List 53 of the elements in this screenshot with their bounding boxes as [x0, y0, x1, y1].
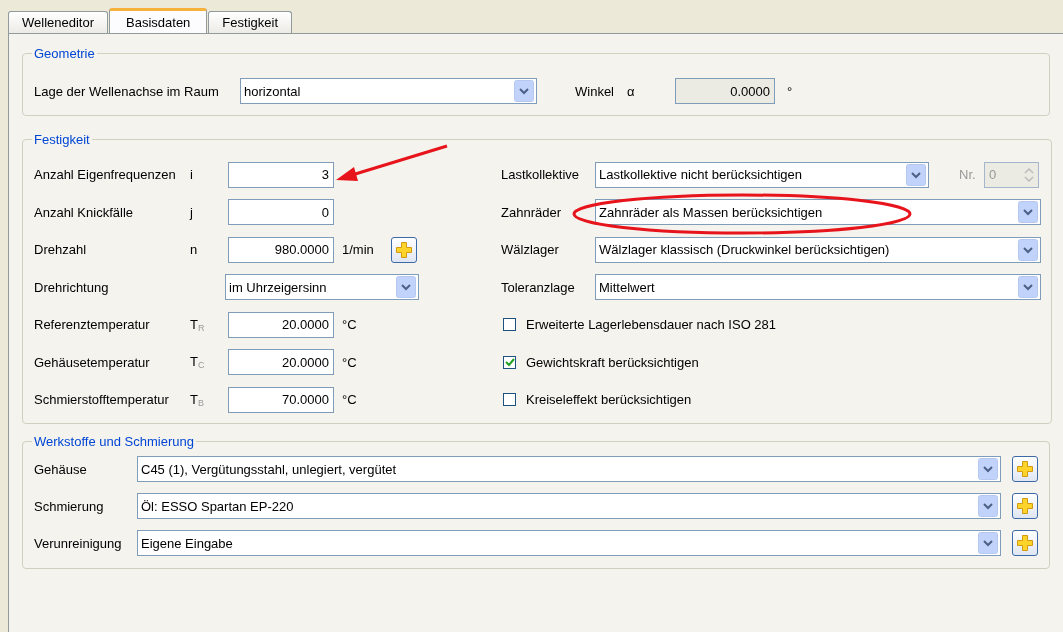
- symbol-label: i: [190, 167, 194, 183]
- checkbox-label: Kreiseleffekt berücksichtigen: [526, 392, 692, 408]
- field-label: Wälzlager: [501, 242, 560, 258]
- checkbox-label: Gewichtskraft berücksichtigen: [526, 354, 699, 370]
- symbol-label: j: [190, 204, 194, 220]
- unit-label: °C: [342, 354, 358, 370]
- field-label: Schmierung: [34, 498, 105, 514]
- field-label: Toleranzlage: [501, 279, 576, 295]
- field-label: Winkel: [575, 83, 615, 99]
- symbol-label: T$_{C}$: [190, 354, 206, 371]
- input-field[interactable]: 980.0000: [228, 236, 334, 263]
- symbol-label: n: [190, 242, 199, 258]
- field-label: Zahnräder: [501, 204, 562, 220]
- field-label: Gehäusetemperatur: [34, 354, 151, 370]
- dropdown-field[interactable]: im Uhrzeigersinn: [225, 274, 419, 301]
- unit-label: °: [787, 83, 793, 99]
- field-label: Anzahl Eigenfrequenzen: [34, 167, 177, 183]
- field-label: Referenztemperatur: [34, 317, 151, 333]
- symbol-label: α: [627, 83, 636, 99]
- dropdown-field[interactable]: Lastkollektive nicht berücksichtigen: [595, 161, 929, 188]
- field-label: Drehzahl: [34, 242, 88, 258]
- field-label: Lage der Wellenachse im Raum: [34, 83, 220, 99]
- field-label: Nr.: [959, 167, 977, 183]
- group-title: Werkstoffe und Schmierung: [33, 433, 195, 449]
- unit-label: °C: [342, 392, 358, 408]
- input-field[interactable]: 20.0000: [228, 311, 334, 338]
- dropdown-field[interactable]: Zahnräder als Massen berücksichtigen: [595, 199, 1041, 226]
- dropdown-field[interactable]: Mittelwert: [595, 274, 1041, 301]
- symbol-label: T$_{R}$: [190, 316, 206, 333]
- checkbox-label: Erweiterte Lagerlebensdauer nach ISO 281: [526, 317, 777, 333]
- unit-label: °C: [342, 317, 358, 333]
- field-label: Verunreinigung: [34, 535, 123, 551]
- group-title: Geometrie: [33, 46, 96, 61]
- input-field[interactable]: 3: [228, 161, 334, 188]
- symbol-label: T$_{B}$: [190, 391, 205, 408]
- tab[interactable]: Basisdaten: [109, 8, 208, 33]
- input-field[interactable]: 20.0000: [228, 349, 334, 376]
- tab[interactable]: Welleneditor: [8, 11, 109, 33]
- field-label: Lastkollektive: [501, 167, 581, 183]
- input-field[interactable]: 70.0000: [228, 386, 334, 413]
- input-field[interactable]: 0: [228, 199, 334, 226]
- tab[interactable]: Festigkeit: [208, 11, 292, 33]
- dropdown-field[interactable]: horizontal: [240, 78, 537, 104]
- unit-label: 1/min: [342, 242, 375, 258]
- dropdown-field[interactable]: Wälzlager klassisch (Druckwinkel berücksichtigen): [595, 236, 1041, 263]
- dropdown-field[interactable]: C45 (1), Vergütungsstahl, unlegiert, vergütet: [137, 456, 1001, 482]
- field-label: Schmierstofftemperatur: [34, 392, 170, 408]
- field-label: Anzahl Knickfälle: [34, 204, 134, 220]
- dropdown-field[interactable]: Eigene Eingabe: [137, 530, 1001, 556]
- group-title: Festigkeit: [33, 132, 91, 147]
- dropdown-field[interactable]: Öl: ESSO Spartan EP-220: [137, 493, 1001, 519]
- field-label: Drehrichtung: [34, 279, 110, 295]
- field-label: Gehäuse: [34, 461, 88, 477]
